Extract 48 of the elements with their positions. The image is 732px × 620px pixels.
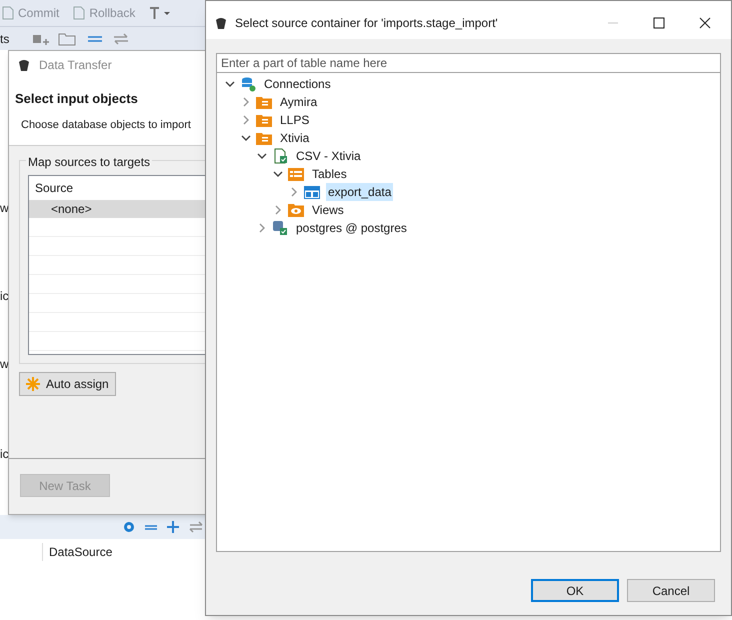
ok-button[interactable]: OK: [531, 579, 619, 602]
folder-icon: [256, 131, 272, 145]
eye-folder-icon: [288, 203, 304, 217]
table-icon: [304, 186, 320, 198]
asterisk-icon: [26, 377, 40, 391]
chevron-icon[interactable]: [241, 133, 251, 143]
sync-arrows-icon[interactable]: [188, 521, 204, 533]
tree-item[interactable]: Views: [310, 201, 346, 219]
chevron-icon[interactable]: [273, 169, 283, 179]
document-icon: [73, 6, 86, 20]
tree-item[interactable]: Connections: [262, 75, 333, 93]
chevron-icon[interactable]: [257, 151, 267, 161]
close-icon[interactable]: [699, 17, 711, 29]
side-label: w: [0, 200, 9, 216]
tree-item[interactable]: LLPS: [278, 111, 312, 129]
tree-item[interactable]: export_data: [326, 183, 394, 201]
dialog-title: Select source container for 'imports.stage_import': [235, 15, 498, 32]
text-format-icon: [149, 6, 172, 20]
tab-label[interactable]: ts: [0, 30, 22, 48]
file-icon: [272, 148, 288, 164]
tree-item[interactable]: Tables: [310, 165, 349, 183]
page-description: Choose database objects to import: [20, 118, 192, 132]
collapse-icon[interactable]: [86, 34, 104, 44]
folder-add-icon[interactable]: [58, 30, 78, 46]
page-heading: Select input objects: [15, 90, 139, 108]
tree-item[interactable]: Xtivia: [278, 129, 312, 147]
maximize-icon[interactable]: [653, 17, 665, 29]
document-icon: [2, 6, 14, 20]
tree-item[interactable]: postgres @ postgres: [294, 219, 409, 237]
side-label: ic: [0, 288, 9, 304]
server-icon: [272, 220, 288, 236]
table-cell: DataSource: [42, 543, 112, 561]
table-folder-icon: [288, 167, 304, 181]
auto-assign-button[interactable]: Auto assign: [19, 372, 116, 396]
cancel-button[interactable]: Cancel: [627, 579, 715, 602]
window-title: Data Transfer: [39, 57, 112, 74]
filter-field[interactable]: Enter a part of table name here: [216, 53, 721, 73]
sync-arrows-icon[interactable]: [112, 32, 130, 44]
tree-item[interactable]: Aymira: [278, 93, 320, 111]
folder-icon: [256, 95, 272, 109]
database-icon: [240, 76, 256, 92]
column-header[interactable]: Source: [35, 179, 74, 197]
folder-icon: [256, 113, 272, 127]
side-label: w: [0, 356, 9, 372]
side-label: ic: [0, 446, 9, 462]
plus-icon[interactable]: [166, 520, 180, 534]
chevron-icon[interactable]: [225, 79, 235, 89]
tree-item[interactable]: CSV - Xtivia: [294, 147, 363, 165]
